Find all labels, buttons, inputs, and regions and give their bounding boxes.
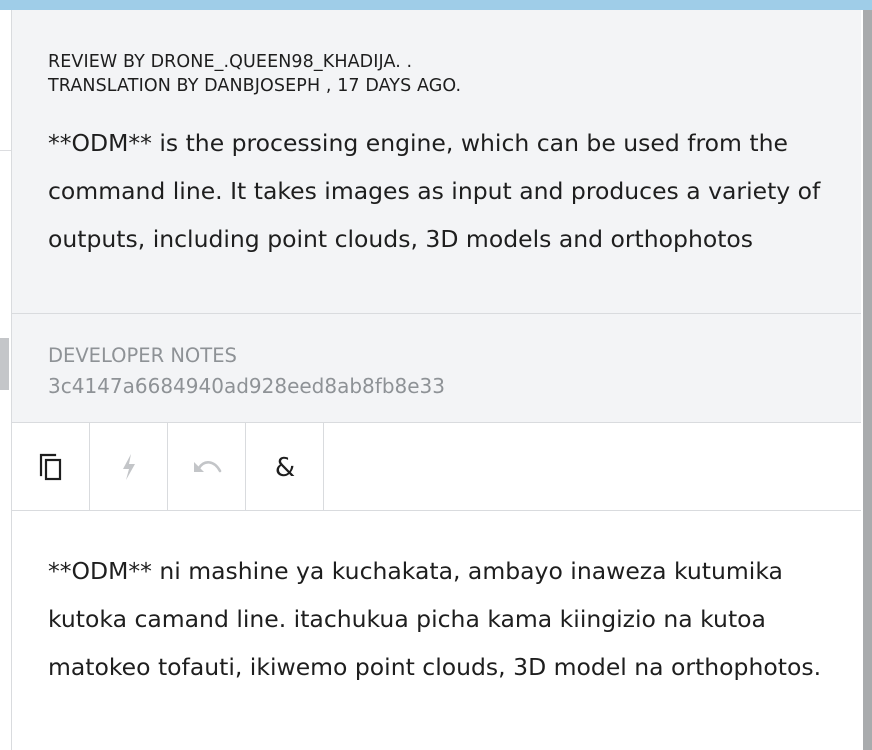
developer-notes-value: 3c4147a6684940ad928eed8ab8fb8e33 [48, 374, 445, 398]
translator-line: TRANSLATION BY DANBJOSEPH , 17 DAYS AGO. [48, 76, 462, 96]
copy-icon [38, 452, 64, 482]
svg-text:&: & [274, 453, 294, 482]
gutter-divider [0, 150, 11, 151]
reviewer-line: REVIEW BY DRONE_.QUEEN98_KHADIJA. . [48, 52, 413, 72]
top-accent-bar [0, 0, 872, 10]
source-section: REVIEW BY DRONE_.QUEEN98_KHADIJA. . TRAN… [12, 10, 861, 314]
insert-special-character-button[interactable]: & [246, 423, 324, 510]
developer-notes-label: DEVELOPER NOTES [48, 344, 237, 367]
editor-toolbar: & [12, 423, 861, 511]
left-gutter [0, 10, 12, 750]
ampersand-icon: & [272, 452, 298, 482]
lightning-icon [120, 453, 138, 481]
source-string: **ODM** is the processing engine, which … [48, 129, 821, 253]
review-meta: REVIEW BY DRONE_.QUEEN98_KHADIJA. . TRAN… [48, 50, 461, 98]
gutter-scroll-marker[interactable] [0, 338, 9, 390]
machine-translate-button[interactable] [90, 423, 168, 510]
vertical-scrollbar[interactable] [863, 10, 872, 750]
translation-panel: REVIEW BY DRONE_.QUEEN98_KHADIJA. . TRAN… [12, 10, 861, 750]
undo-icon [191, 456, 223, 478]
copy-source-button[interactable] [12, 423, 90, 510]
translation-editor[interactable]: **ODM** ni mashine ya kuchakata, ambayo … [48, 547, 858, 691]
undo-button[interactable] [168, 423, 246, 510]
developer-notes-section: DEVELOPER NOTES 3c4147a6684940ad928eed8a… [12, 314, 861, 423]
